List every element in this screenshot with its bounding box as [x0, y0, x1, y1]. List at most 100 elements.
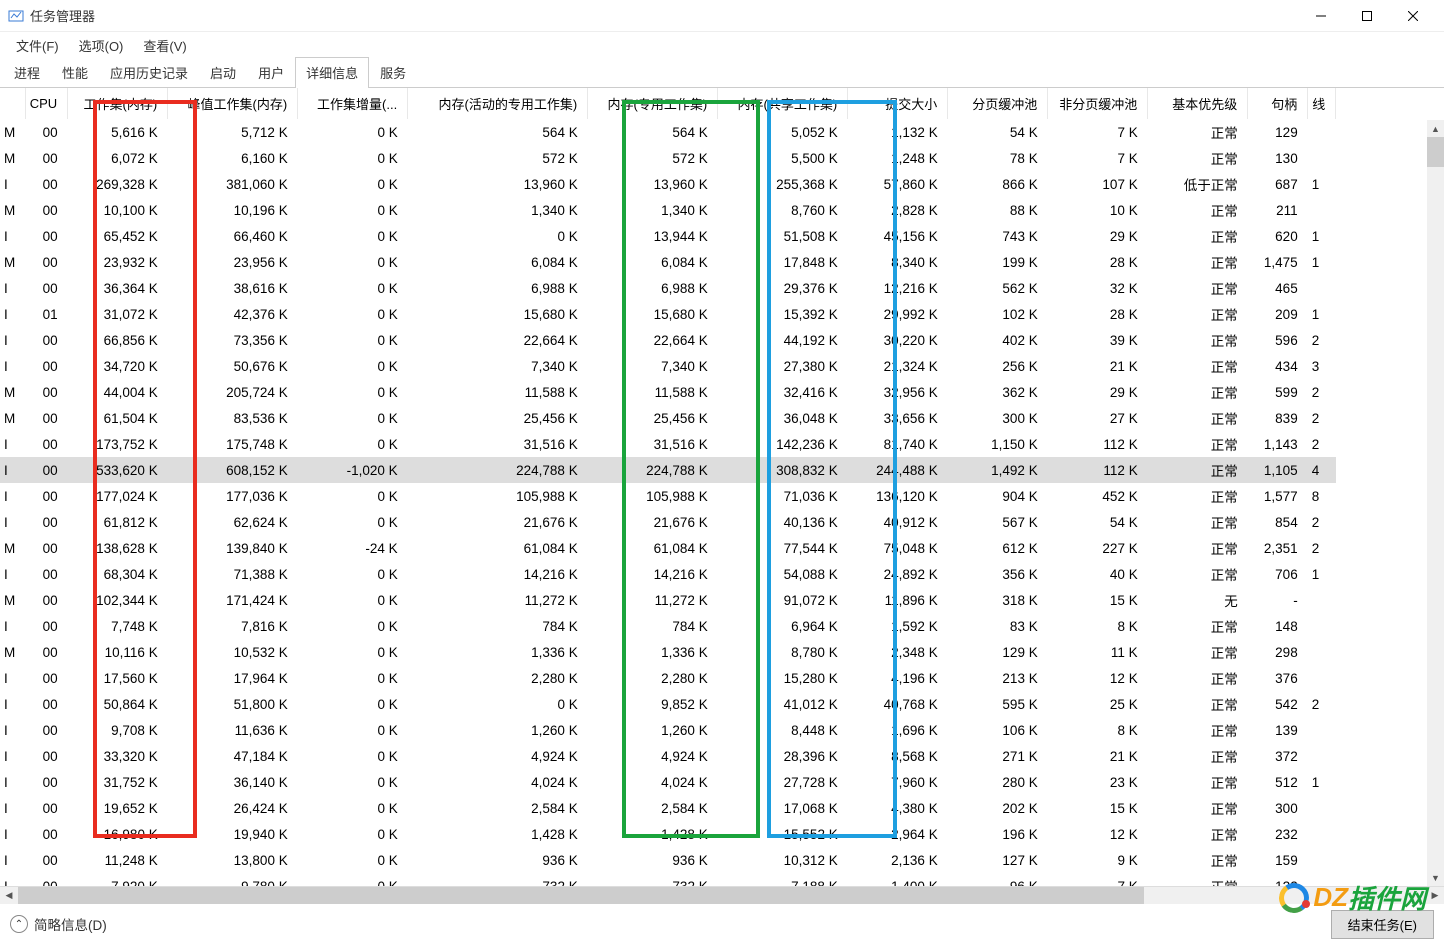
table-row[interactable]: M0010,116 K10,532 K0 K1,336 K1,336 K8,78…	[0, 639, 1336, 665]
col-cpu[interactable]: CPU	[25, 88, 67, 119]
col-working-set[interactable]: 工作集(内存)	[68, 88, 168, 119]
col-nonpaged-pool[interactable]: 非分页缓冲池	[1048, 88, 1148, 119]
col-active-private[interactable]: 内存(活动的专用工作集)	[408, 88, 588, 119]
cell-threads	[1308, 197, 1336, 223]
tabs: 进程 性能 应用历史记录 启动 用户 详细信息 服务	[0, 58, 1444, 88]
col-base-priority[interactable]: 基本优先级	[1148, 88, 1248, 119]
table-row[interactable]: I009,708 K11,636 K0 K1,260 K1,260 K8,448…	[0, 717, 1336, 743]
vscroll-thumb[interactable]	[1427, 137, 1444, 167]
tab-details[interactable]: 详细信息	[295, 57, 369, 88]
hscroll-track[interactable]	[18, 887, 1426, 904]
table-row[interactable]: I007,748 K7,816 K0 K784 K784 K6,964 K1,5…	[0, 613, 1336, 639]
cell-priority: 正常	[1148, 847, 1248, 873]
table-row[interactable]: I0016,980 K19,940 K0 K1,428 K1,428 K15,5…	[0, 821, 1336, 847]
table-row[interactable]: I0050,864 K51,800 K0 K0 K9,852 K41,012 K…	[0, 691, 1336, 717]
cell-paged: 1,492 K	[948, 457, 1048, 483]
cell-threads	[1308, 795, 1336, 821]
table-row[interactable]: I0066,856 K73,356 K0 K22,664 K22,664 K44…	[0, 327, 1336, 353]
cell-active: 13,960 K	[408, 171, 588, 197]
cell-priority: 正常	[1148, 431, 1248, 457]
cell-handles: 300	[1248, 795, 1308, 821]
table-row[interactable]: I0033,320 K47,184 K0 K4,924 K4,924 K28,3…	[0, 743, 1336, 769]
table-row[interactable]: M00102,344 K171,424 K0 K11,272 K11,272 K…	[0, 587, 1336, 613]
horizontal-scrollbar[interactable]: ◀ ▶	[0, 886, 1444, 904]
menu-options[interactable]: 选项(O)	[69, 33, 134, 58]
hscroll-thumb[interactable]	[18, 887, 1144, 904]
cell-nonpaged: 54 K	[1048, 509, 1148, 535]
cell-nonpaged: 28 K	[1048, 301, 1148, 327]
close-button[interactable]	[1390, 0, 1436, 32]
col-ws-delta[interactable]: 工作集增量(...	[298, 88, 408, 119]
col-shared-ws[interactable]: 内存(共享工作集)	[718, 88, 848, 119]
scroll-left-button[interactable]: ◀	[0, 887, 18, 904]
tab-users[interactable]: 用户	[247, 57, 295, 88]
col-paged-pool[interactable]: 分页缓冲池	[948, 88, 1048, 119]
cell-cpu: 00	[25, 821, 67, 847]
cell-threads	[1308, 821, 1336, 847]
scroll-right-button[interactable]: ▶	[1426, 887, 1444, 904]
table-row[interactable]: M0023,932 K23,956 K0 K6,084 K6,084 K17,8…	[0, 249, 1336, 275]
cell-private: 11,588 K	[588, 379, 718, 405]
menu-file[interactable]: 文件(F)	[6, 33, 69, 58]
table-row[interactable]: I0036,364 K38,616 K0 K6,988 K6,988 K29,3…	[0, 275, 1336, 301]
vscroll-track[interactable]	[1427, 137, 1444, 869]
table-row[interactable]: M0061,504 K83,536 K0 K25,456 K25,456 K36…	[0, 405, 1336, 431]
table-row[interactable]: I0019,652 K26,424 K0 K2,584 K2,584 K17,0…	[0, 795, 1336, 821]
table-row[interactable]: I0068,304 K71,388 K0 K14,216 K14,216 K54…	[0, 561, 1336, 587]
table-row[interactable]: I0034,720 K50,676 K0 K7,340 K7,340 K27,3…	[0, 353, 1336, 379]
cell-private: 2,584 K	[588, 795, 718, 821]
cell-ws: 65,452 K	[68, 223, 168, 249]
col-name[interactable]	[0, 88, 25, 119]
table-row[interactable]: M0044,004 K205,724 K0 K11,588 K11,588 K3…	[0, 379, 1336, 405]
cell-paged: 866 K	[948, 171, 1048, 197]
table-row[interactable]: I00177,024 K177,036 K0 K105,988 K105,988…	[0, 483, 1336, 509]
cell-cpu: 00	[25, 613, 67, 639]
table-row[interactable]: I0017,560 K17,964 K0 K2,280 K2,280 K15,2…	[0, 665, 1336, 691]
menu-view[interactable]: 查看(V)	[133, 33, 196, 58]
tab-performance[interactable]: 性能	[51, 57, 99, 88]
tab-app-history[interactable]: 应用历史记录	[99, 57, 199, 88]
cell-active: 1,428 K	[408, 821, 588, 847]
cell-peak: 62,624 K	[168, 509, 298, 535]
cell-threads: 2	[1308, 431, 1336, 457]
fewer-details-toggle[interactable]: ⌃ 简略信息(D)	[10, 914, 107, 934]
table-row[interactable]: I0011,248 K13,800 K0 K936 K936 K10,312 K…	[0, 847, 1336, 873]
table-row[interactable]: I00173,752 K175,748 K0 K31,516 K31,516 K…	[0, 431, 1336, 457]
table-row[interactable]: M005,616 K5,712 K0 K564 K564 K5,052 K1,1…	[0, 119, 1336, 145]
col-private-ws[interactable]: 内存(专用工作集)	[588, 88, 718, 119]
table-row[interactable]: I0061,812 K62,624 K0 K21,676 K21,676 K40…	[0, 509, 1336, 535]
col-handles[interactable]: 句柄	[1248, 88, 1308, 119]
table-row[interactable]: I007,920 K9,780 K0 K732 K732 K7,188 K1,4…	[0, 873, 1336, 886]
table-row[interactable]: M006,072 K6,160 K0 K572 K572 K5,500 K1,2…	[0, 145, 1336, 171]
col-threads[interactable]: 线	[1308, 88, 1336, 119]
table-row[interactable]: I0031,752 K36,140 K0 K4,024 K4,024 K27,7…	[0, 769, 1336, 795]
cell-commit: 81,740 K	[848, 431, 948, 457]
scroll-up-button[interactable]: ▲	[1427, 120, 1444, 137]
cell-peak: 51,800 K	[168, 691, 298, 717]
cell-commit: 4,196 K	[848, 665, 948, 691]
table-row[interactable]: I0065,452 K66,460 K0 K0 K13,944 K51,508 …	[0, 223, 1336, 249]
tab-processes[interactable]: 进程	[3, 57, 51, 88]
col-commit-size[interactable]: 提交大小	[848, 88, 948, 119]
maximize-button[interactable]	[1344, 0, 1390, 32]
cell-delta: 0 K	[298, 119, 408, 145]
table-row[interactable]: M0010,100 K10,196 K0 K1,340 K1,340 K8,76…	[0, 197, 1336, 223]
table-row[interactable]: I00269,328 K381,060 K0 K13,960 K13,960 K…	[0, 171, 1336, 197]
cell-commit: 1,696 K	[848, 717, 948, 743]
scroll-down-button[interactable]: ▼	[1427, 869, 1444, 886]
minimize-button[interactable]	[1298, 0, 1344, 32]
vertical-scrollbar[interactable]: ▲ ▼	[1427, 120, 1444, 886]
cell-cpu: 00	[25, 509, 67, 535]
cell-commit: 45,156 K	[848, 223, 948, 249]
cell-ws: 19,652 K	[68, 795, 168, 821]
tab-startup[interactable]: 启动	[199, 57, 247, 88]
cell-commit: 4,380 K	[848, 795, 948, 821]
table-row[interactable]: I0131,072 K42,376 K0 K15,680 K15,680 K15…	[0, 301, 1336, 327]
tab-services[interactable]: 服务	[369, 57, 417, 88]
cell-name: I	[0, 665, 25, 691]
table-row[interactable]: I00533,620 K608,152 K-1,020 K224,788 K22…	[0, 457, 1336, 483]
cell-delta: 0 K	[298, 197, 408, 223]
col-peak-working-set[interactable]: 峰值工作集(内存)	[168, 88, 298, 119]
table-row[interactable]: M00138,628 K139,840 K-24 K61,084 K61,084…	[0, 535, 1336, 561]
details-grid[interactable]: CPU 工作集(内存) 峰值工作集(内存) 工作集增量(... 内存(活动的专用…	[0, 88, 1444, 886]
